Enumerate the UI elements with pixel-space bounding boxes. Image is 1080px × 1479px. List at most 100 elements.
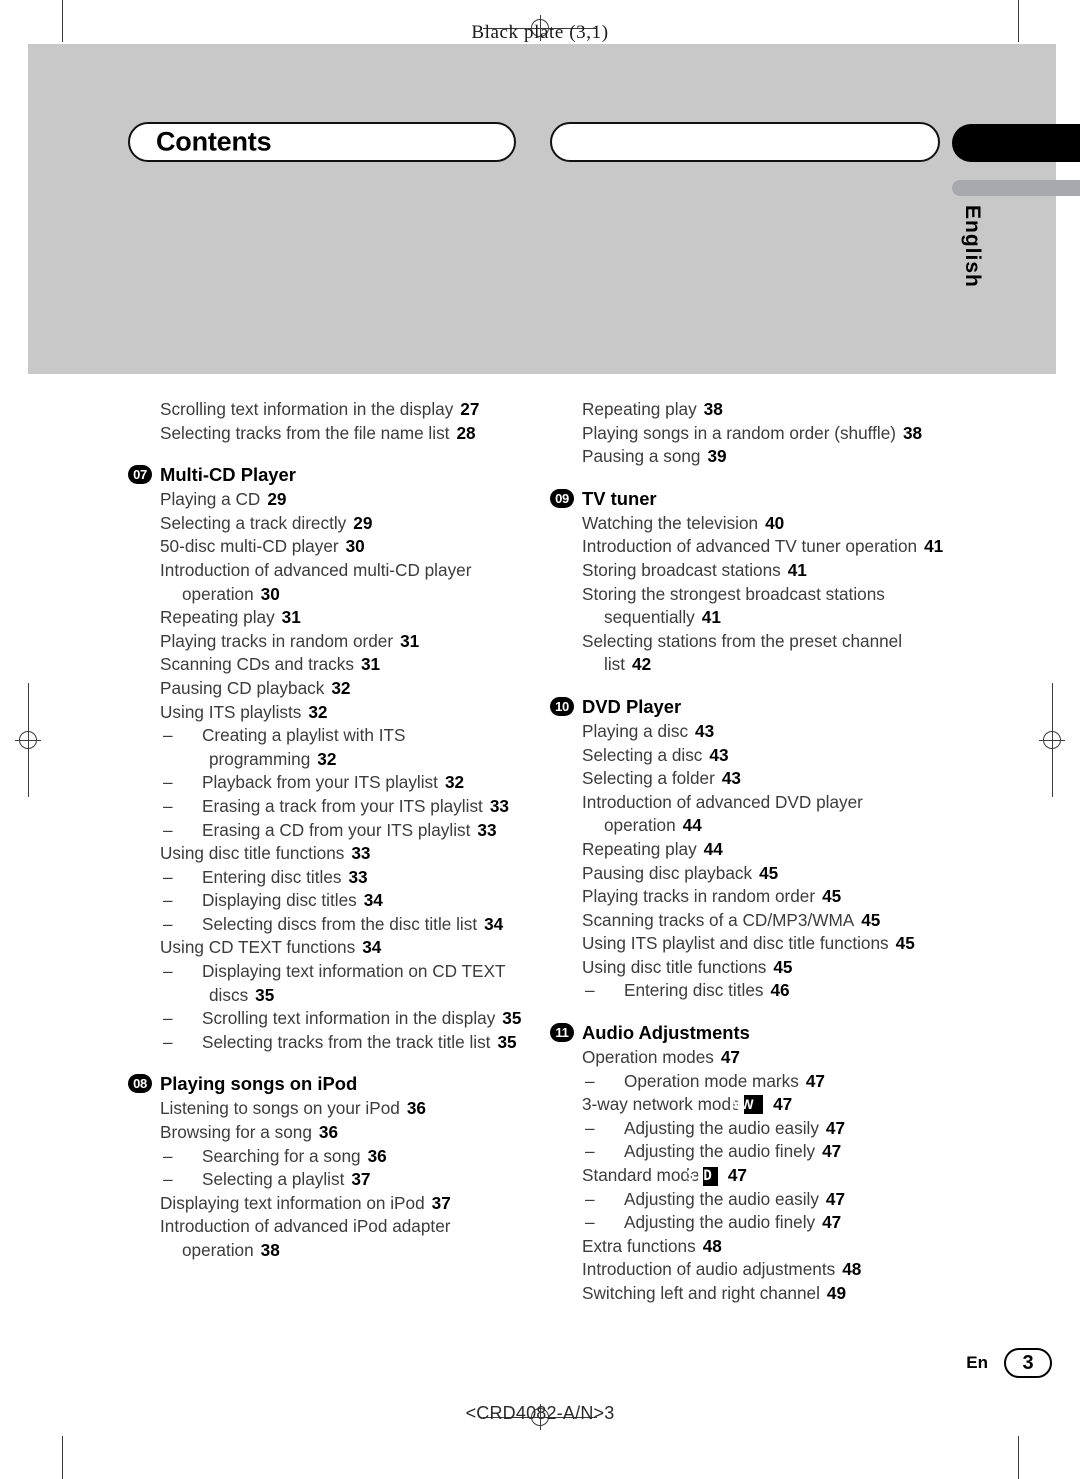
toc-entry[interactable]: Playing a disc 43 xyxy=(550,720,950,744)
toc-entry[interactable]: – Erasing a CD from your ITS playlist 33 xyxy=(128,819,528,843)
toc-entry[interactable]: Using ITS playlists 32 xyxy=(128,701,528,725)
toc-entry-label: Using ITS playlist and disc title functi… xyxy=(582,933,889,954)
toc-entry[interactable]: Pausing CD playback 32 xyxy=(128,677,528,701)
toc-entry[interactable]: Introduction of audio adjustments 48 xyxy=(550,1258,950,1282)
toc-entry[interactable]: Repeating play 31 xyxy=(128,606,528,630)
toc-entry[interactable]: Playing tracks in random order 45 xyxy=(550,885,950,909)
toc-entry-label: Displaying text information on iPod xyxy=(160,1192,425,1213)
toc-entry-page: 47 xyxy=(822,1141,842,1162)
toc-entry-label: Using disc title functions xyxy=(582,956,767,977)
toc-entry-label: Repeating play xyxy=(582,399,697,419)
toc-entry-page: 34 xyxy=(363,890,383,911)
registration-mark-right xyxy=(1039,683,1065,797)
toc-entry[interactable]: Selecting tracks from the file name list… xyxy=(128,422,528,446)
toc-entry[interactable]: – Adjusting the audio finely 47 xyxy=(550,1140,950,1164)
toc-entry[interactable]: Storing the strongest broadcast stations… xyxy=(550,583,950,630)
section-number-badge: 09 xyxy=(550,488,574,508)
toc-entry-label: Using ITS playlists xyxy=(160,701,302,722)
toc-entry[interactable]: Pausing disc playback 45 xyxy=(550,862,950,886)
toc-entry-label: Entering disc titles xyxy=(624,980,764,1001)
toc-entry[interactable]: – Scrolling text information in the displ… xyxy=(128,1007,528,1031)
toc-entry[interactable]: Standard modeSTD 47 xyxy=(550,1164,950,1188)
toc-entry[interactable]: Scanning tracks of a CD/MP3/WMA 45 xyxy=(550,909,950,933)
toc-entry-label: Selecting stations from the preset chann… xyxy=(582,630,903,675)
toc-entry[interactable]: – Searching for a song 36 xyxy=(128,1145,528,1169)
toc-entry-page: 40 xyxy=(765,512,785,533)
toc-entry[interactable]: Listening to songs on your iPod 36 xyxy=(128,1097,528,1121)
bullet-dash-icon: – xyxy=(585,1117,595,1138)
toc-entry[interactable]: Repeating play 44 xyxy=(550,838,950,862)
toc-entry-label: Playing songs in a random order (shuffle… xyxy=(582,422,896,443)
toc-entry[interactable]: – Playback from your ITS playlist 32 xyxy=(128,771,528,795)
toc-entry-label: Pausing CD playback xyxy=(160,677,325,698)
toc-entry[interactable]: Scanning CDs and tracks 31 xyxy=(128,653,528,677)
toc-entry[interactable]: Introduction of advanced TV tuner operat… xyxy=(550,535,950,559)
toc-entry[interactable]: Pausing a song 39 xyxy=(550,445,950,469)
toc-entry[interactable]: – Adjusting the audio finely 47 xyxy=(550,1211,950,1235)
toc-entry-label: Introduction of audio adjustments xyxy=(582,1259,836,1280)
bullet-dash-icon: – xyxy=(163,795,173,816)
toc-entry[interactable]: Playing a CD 29 xyxy=(128,488,528,512)
toc-entry[interactable]: Playing tracks in random order 31 xyxy=(128,630,528,654)
toc-entry[interactable]: Displaying text information on iPod 37 xyxy=(128,1192,528,1216)
toc-entry-page: 32 xyxy=(444,772,465,793)
toc-entry[interactable]: Selecting stations from the preset chann… xyxy=(550,630,950,677)
toc-entry-label: Repeating play xyxy=(582,838,697,859)
toc-entry[interactable]: – Adjusting the audio easily 47 xyxy=(550,1188,950,1212)
toc-entry[interactable]: Selecting a track directly 29 xyxy=(128,512,528,536)
toc-entry[interactable]: – Entering disc titles 46 xyxy=(550,979,950,1003)
toc-entry[interactable]: – Operation mode marks 47 xyxy=(550,1070,950,1094)
toc-section-heading: 09 TV tuner xyxy=(550,486,950,511)
toc-entry-page: 30 xyxy=(260,583,280,604)
toc-entry[interactable]: – Entering disc titles 33 xyxy=(128,866,528,890)
toc-entry[interactable]: Using disc title functions 45 xyxy=(550,956,950,980)
toc-entry-page: 44 xyxy=(703,838,723,859)
toc-entry[interactable]: – Selecting tracks from the track title l… xyxy=(128,1031,528,1055)
toc-entry-page: 45 xyxy=(759,862,779,883)
toc-entry[interactable]: – Displaying text information on CD TEXT … xyxy=(128,960,528,1007)
page-title: Contents xyxy=(156,126,272,157)
toc-entry[interactable]: Using disc title functions 33 xyxy=(128,842,528,866)
toc-entry[interactable]: – Creating a playlist with ITS programmin… xyxy=(128,724,528,771)
toc-entry-page: 36 xyxy=(406,1098,426,1119)
toc-entry[interactable]: Selecting a folder 43 xyxy=(550,767,950,791)
toc-entry[interactable]: – Selecting a playlist 37 xyxy=(128,1168,528,1192)
toc-entry[interactable]: Introduction of advanced DVD player oper… xyxy=(550,791,950,838)
toc-entry-label: Selecting a disc xyxy=(582,744,703,765)
toc-entry[interactable]: Introduction of advanced iPod adapter op… xyxy=(128,1215,528,1262)
toc-entry[interactable]: Storing broadcast stations 41 xyxy=(550,559,950,583)
toc-entry-page: 45 xyxy=(773,956,793,977)
toc-entry[interactable]: – Displaying disc titles 34 xyxy=(128,889,528,913)
toc-entry[interactable]: – Adjusting the audio easily 47 xyxy=(550,1117,950,1141)
toc-entry-label: Introduction of advanced iPod adapter op… xyxy=(160,1216,451,1260)
toc-entry-label: Browsing for a song xyxy=(160,1122,312,1143)
toc-entry-label: Creating a playlist with ITS programming xyxy=(202,725,406,769)
toc-entry[interactable]: 50-disc multi-CD player 30 xyxy=(128,535,528,559)
footer-locale-code: En xyxy=(966,1353,988,1372)
toc-entry[interactable]: Watching the television 40 xyxy=(550,512,950,536)
toc-entry[interactable]: Selecting a disc 43 xyxy=(550,744,950,768)
toc-entry-page: 45 xyxy=(895,933,915,954)
toc-entry[interactable]: Playing songs in a random order (shuffle… xyxy=(550,422,950,446)
toc-entry[interactable]: Scrolling text information in the displa… xyxy=(128,398,528,422)
toc-entry-page: 29 xyxy=(267,489,287,510)
toc-entry-page: 46 xyxy=(770,980,790,1001)
toc-entry-page: 34 xyxy=(362,937,382,958)
toc-entry[interactable]: Introduction of advanced multi-CD player… xyxy=(128,559,528,606)
toc-entry[interactable]: Using CD TEXT functions 34 xyxy=(128,936,528,960)
toc-entry[interactable]: Switching left and right channel 49 xyxy=(550,1282,950,1306)
toc-entry[interactable]: Using ITS playlist and disc title functi… xyxy=(550,932,950,956)
section-title: DVD Player xyxy=(582,695,682,717)
bullet-dash-icon: – xyxy=(163,1031,173,1052)
toc-entry[interactable]: Extra functions 48 xyxy=(550,1235,950,1259)
toc-entry[interactable]: Operation modes 47 xyxy=(550,1046,950,1070)
toc-entry[interactable]: 3-way network modeNW 47 xyxy=(550,1093,950,1117)
toc-entry[interactable]: – Erasing a track from your ITS playlist 3… xyxy=(128,795,528,819)
toc-entry[interactable]: – Selecting discs from the disc title lis… xyxy=(128,913,528,937)
toc-entry[interactable]: Repeating play 38 xyxy=(550,398,950,422)
toc-entry-label: 50-disc multi-CD player xyxy=(160,536,339,557)
bullet-dash-icon: – xyxy=(163,1145,173,1166)
toc-entry[interactable]: Browsing for a song 36 xyxy=(128,1121,528,1145)
bullet-dash-icon: – xyxy=(585,1141,595,1162)
toc-section-heading: 10 DVD Player xyxy=(550,694,950,719)
